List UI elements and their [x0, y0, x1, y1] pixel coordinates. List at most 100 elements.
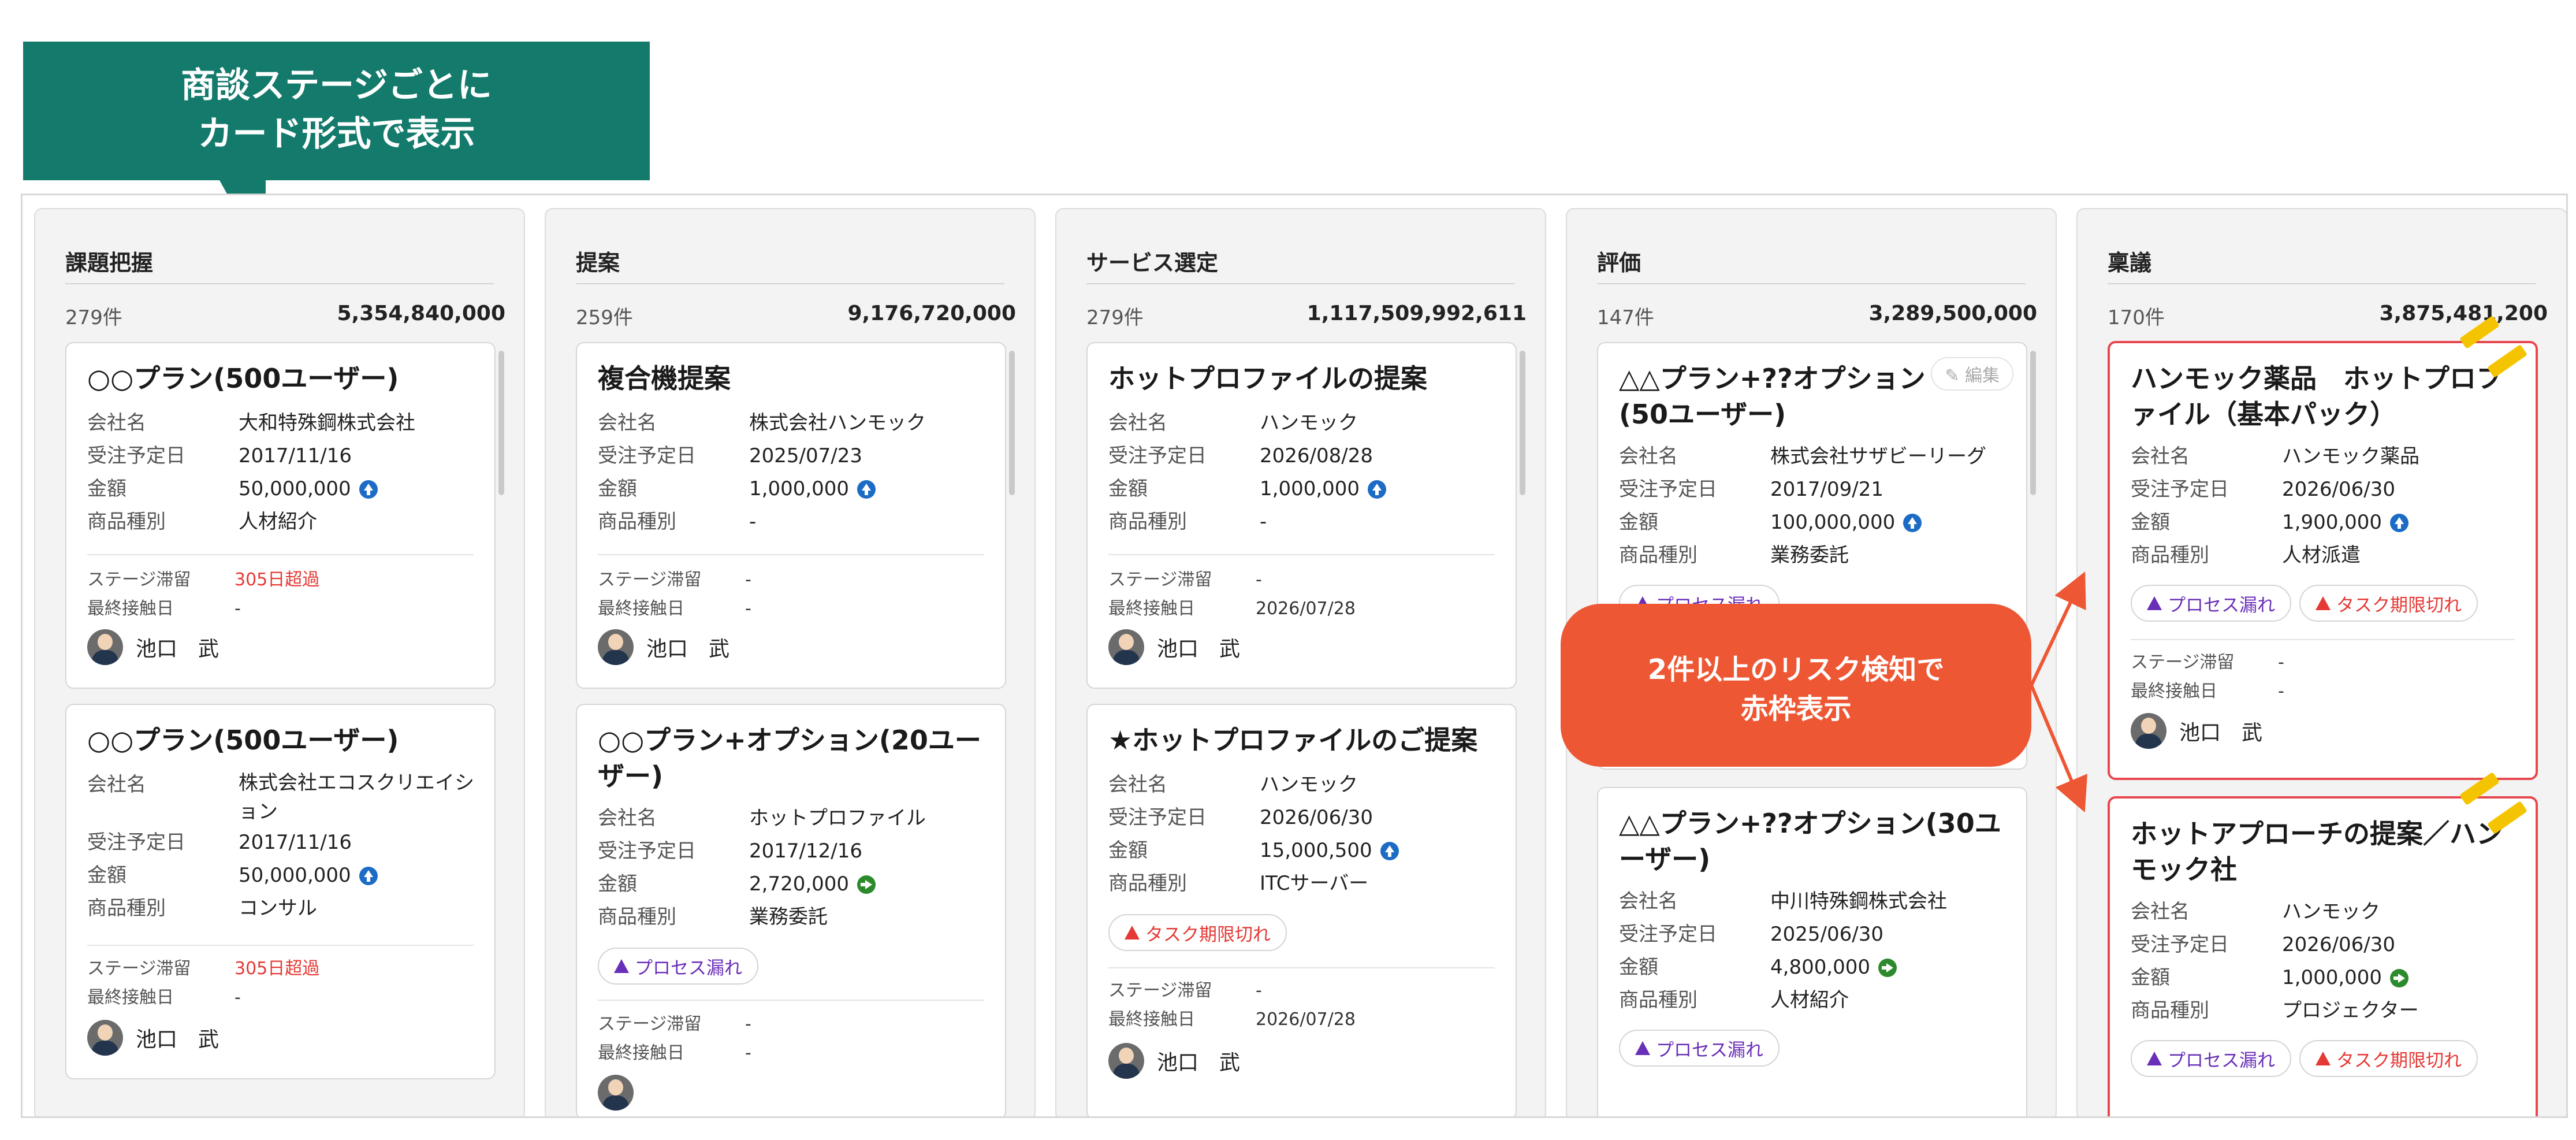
deal-meta: ステージ滞留 305日超過 最終接触日 - — [87, 566, 481, 623]
column-scrollbar[interactable] — [1520, 351, 1525, 495]
owner: 池口 武 — [2131, 713, 2262, 749]
owner-name: 池口 武 — [1157, 1051, 1241, 1075]
deal-title[interactable]: ○○プラン(500ユーザー) — [87, 361, 477, 396]
last-contact-value: 2026/07/28 — [1256, 599, 1356, 619]
trend-up-icon — [1380, 841, 1399, 860]
avatar — [87, 1020, 123, 1056]
product-type-label: 商品種別 — [598, 510, 676, 533]
column-scrollbar[interactable] — [2030, 351, 2036, 495]
column-scrollbar[interactable] — [1009, 351, 1015, 495]
stage-stay-label: ステージ滞留 — [598, 1014, 702, 1034]
order-date-value: 2017/09/21 — [1770, 478, 1883, 501]
deal-card-risk[interactable]: ハンモック薬品 ホットプロファイル（基本パック） 会社名 ハンモック薬品 受注予定… — [2108, 341, 2538, 780]
risk-tags: プロセス漏れ タスク期限切れ — [2131, 1040, 2478, 1077]
last-contact-value: - — [234, 599, 241, 619]
deal-card[interactable]: ○○プラン(500ユーザー) 会社名 株式会社エコスクリエイション 受注予定日 20… — [65, 704, 496, 1079]
task-overdue-tag[interactable]: タスク期限切れ — [2299, 585, 2478, 622]
callout-line-1: 商談ステージごとに — [181, 65, 492, 106]
order-date-value: 2026/06/30 — [2282, 478, 2395, 501]
owner: 池口 武 — [598, 629, 729, 665]
order-date-value: 2017/11/16 — [239, 831, 352, 854]
deal-card[interactable]: ○○プラン(500ユーザー) 会社名 大和特殊鋼株式会社 受注予定日 2017/11… — [65, 342, 496, 689]
trend-up-icon — [359, 866, 378, 885]
card-divider — [87, 945, 474, 946]
card-divider — [598, 1000, 984, 1001]
tag-label: プロセス漏れ — [635, 957, 742, 979]
deal-meta: ステージ滞留 - 最終接触日 2026/07/28 — [1108, 566, 1502, 623]
deal-title[interactable]: ○○プラン(500ユーザー) — [87, 722, 477, 758]
stage-stay-value: - — [1256, 981, 1262, 1001]
deal-card[interactable]: ★ホットプロファイルのご提案 会社名 ハンモック 受注予定日 2026/06/30 … — [1086, 704, 1517, 1116]
task-overdue-tag[interactable]: タスク期限切れ — [1108, 914, 1287, 951]
amount-value: 100,000,000 — [1770, 511, 1896, 534]
tag-label: プロセス漏れ — [2168, 1050, 2275, 1071]
column-title: 課題把握 — [65, 250, 154, 276]
deal-fields: 会社名 大和特殊鋼株式会社 受注予定日 2017/11/16 金額 50,000,00… — [87, 407, 481, 539]
card-divider — [598, 554, 984, 555]
deal-title[interactable]: ホットプロファイルの提案 — [1108, 361, 1498, 396]
tag-label: プロセス漏れ — [1656, 1039, 1763, 1061]
amount-value: 1,000,000 — [2282, 966, 2383, 989]
order-date-label: 受注予定日 — [1619, 478, 1717, 501]
deal-card[interactable]: ○○プラン+オプション(20ユーザー) 会社名 ホットプロファイル 受注予定日 20… — [576, 704, 1006, 1116]
stage-stay-label: ステージ滞留 — [87, 959, 191, 979]
owner: 池口 武 — [1108, 1043, 1240, 1079]
deal-fields: 会社名 ハンモック 受注予定日 2026/06/30 金額 15,000,500 商品… — [1108, 768, 1502, 900]
process-gap-tag[interactable]: プロセス漏れ — [598, 948, 758, 985]
column-scrollbar[interactable] — [498, 351, 504, 495]
amount-value: 1,900,000 — [2282, 511, 2383, 534]
deal-title[interactable]: ★ホットプロファイルのご提案 — [1108, 722, 1498, 758]
deal-fields: 会社名 ホットプロファイル 受注予定日 2017/12/16 金額 2,720,000… — [598, 802, 991, 934]
owner-name: 池口 武 — [1157, 637, 1241, 661]
deal-meta: ステージ滞留 - 最終接触日 - — [2131, 648, 2522, 706]
stage-column-ringi: 稟議 170件 3,875,481,200 ハンモック薬品 ホットプロファイル（… — [2076, 208, 2566, 1116]
owner-name: 池口 武 — [646, 637, 730, 661]
column-count: 147件 — [1597, 306, 1654, 329]
warning-icon — [1125, 926, 1140, 940]
company-value: ハンモック — [1260, 411, 1358, 435]
avatar — [598, 629, 634, 665]
deal-fields: 会社名 ハンモック 受注予定日 2026/08/28 金額 1,000,000 商品種… — [1108, 407, 1502, 539]
deal-title[interactable]: 複合機提案 — [598, 361, 988, 396]
deal-title[interactable]: ホットアプローチの提案／ハンモック社 — [2131, 816, 2518, 888]
deal-title[interactable]: △△プラン+??オプション(50ユーザー) — [1619, 361, 1974, 432]
process-gap-tag[interactable]: プロセス漏れ — [2131, 1040, 2291, 1077]
deal-card[interactable]: 複合機提案 会社名 株式会社ハンモック 受注予定日 2025/07/23 金額 1,0… — [576, 342, 1006, 689]
stage-stay-label: ステージ滞留 — [1108, 981, 1212, 1001]
product-type-value: 業務委託 — [1770, 544, 1849, 567]
deal-card[interactable]: ホットプロファイルの提案 会社名 ハンモック 受注予定日 2026/08/28 金額… — [1086, 342, 1517, 689]
deal-fields: 会社名 株式会社ハンモック 受注予定日 2025/07/23 金額 1,000,000… — [598, 407, 991, 539]
deal-card-risk[interactable]: ホットアプローチの提案／ハンモック社 会社名 ハンモック 受注予定日 2026/06… — [2108, 796, 2538, 1116]
column-amount: 5,354,840,000 — [337, 302, 505, 325]
owner-name: 池口 武 — [2179, 721, 2263, 745]
deal-title[interactable]: △△プラン+??オプション(30ユーザー) — [1619, 805, 2009, 877]
product-type-label: 商品種別 — [1108, 872, 1187, 895]
last-contact-value: 2026/07/28 — [1256, 1009, 1356, 1030]
process-gap-tag[interactable]: プロセス漏れ — [2131, 585, 2291, 622]
deal-card[interactable]: △△プラン+??オプション(30ユーザー) 会社名 中川特殊鋼株式会社 受注予定日… — [1597, 787, 2027, 1116]
feature-callout-stage-cards: 商談ステージごとに カード形式で表示 — [23, 42, 650, 222]
risk-tags: プロセス漏れ — [598, 948, 758, 985]
product-type-label: 商品種別 — [1108, 510, 1187, 533]
deal-title[interactable]: ハンモック薬品 ホットプロファイル（基本パック） — [2131, 361, 2518, 432]
tag-label: タスク期限切れ — [1145, 924, 1271, 945]
stage-column-teian: 提案 259件 9,176,720,000 複合機提案 会社名 株式会社ハンモック… — [545, 208, 1036, 1116]
deal-title[interactable]: ○○プラン+オプション(20ユーザー) — [598, 722, 988, 794]
deal-fields: 会社名 中川特殊鋼株式会社 受注予定日 2025/06/30 金額 4,800,000… — [1619, 885, 2012, 1017]
amount-value: 50,000,000 — [239, 477, 351, 500]
deal-fields: 会社名 ハンモック薬品 受注予定日 2026/06/30 金額 1,900,000 商… — [2131, 440, 2522, 572]
card-divider — [87, 554, 474, 555]
deal-meta: ステージ滞留 - 最終接触日 - — [598, 1010, 991, 1068]
product-type-value: ITCサーバー — [1260, 872, 1369, 895]
task-overdue-tag[interactable]: タスク期限切れ — [2299, 1040, 2478, 1077]
risk-highlight-callout: 2件以上のリスク検知で 赤枠表示 — [1561, 604, 2031, 767]
product-type-label: 商品種別 — [87, 897, 166, 920]
last-contact-value: - — [745, 599, 751, 619]
order-date-label: 受注予定日 — [1108, 806, 1207, 829]
product-type-value: - — [1260, 510, 1267, 533]
product-type-value: 人材紹介 — [239, 510, 317, 533]
card-divider — [1108, 967, 1495, 968]
product-type-label: 商品種別 — [1619, 989, 1698, 1012]
column-count: 279件 — [65, 306, 122, 329]
process-gap-tag[interactable]: プロセス漏れ — [1619, 1030, 1780, 1067]
